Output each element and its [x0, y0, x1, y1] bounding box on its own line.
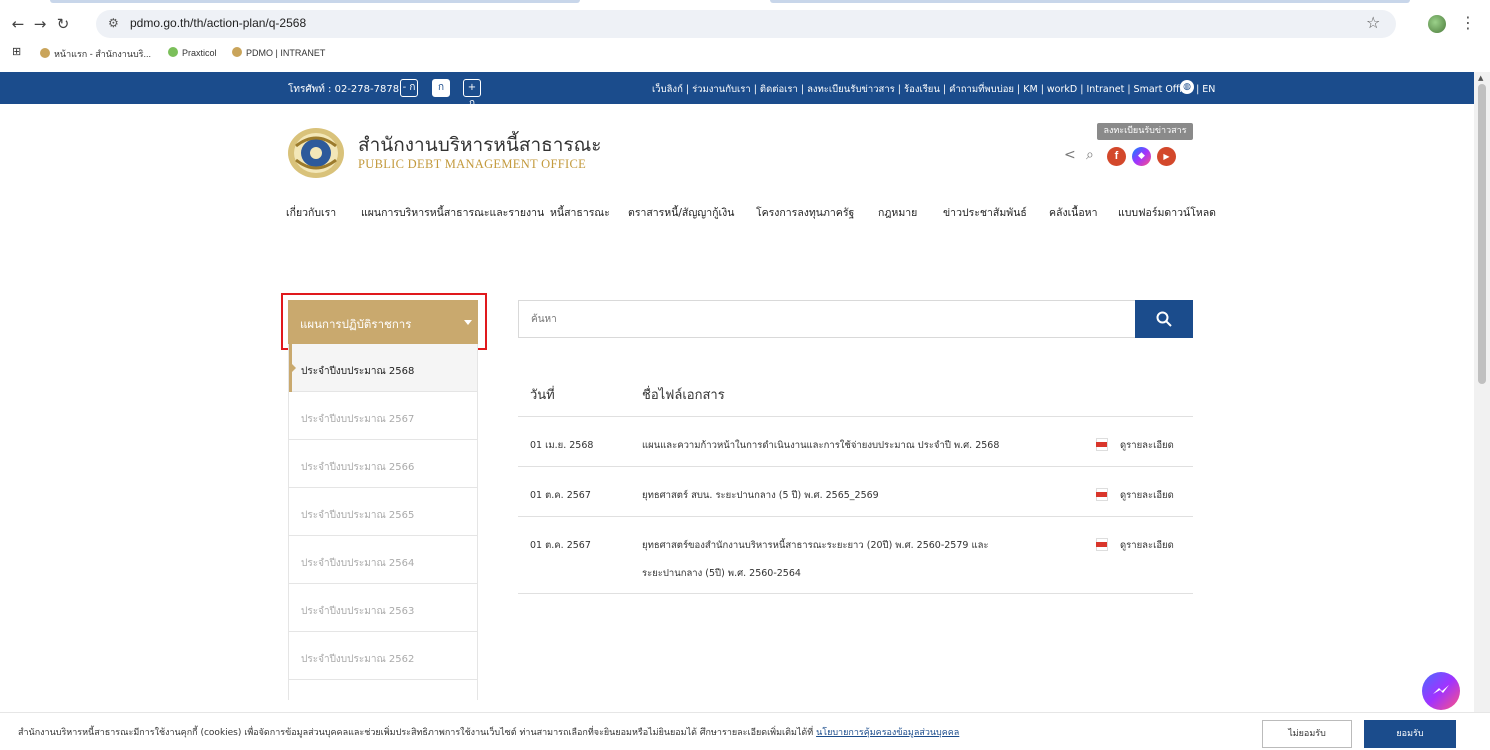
browser-menu-icon[interactable]: ⋮	[1460, 13, 1476, 32]
sidebar-list: ประจำปีงบประมาณ 2568 ประจำปีงบประมาณ 256…	[288, 344, 478, 700]
nav-laws[interactable]: กฎหมาย	[878, 204, 917, 221]
org-name-en: PUBLIC DEBT MANAGEMENT OFFICE	[358, 157, 587, 171]
font-increase-button[interactable]: + ก	[463, 79, 481, 109]
row-date: 01 ต.ค. 2567	[530, 490, 591, 501]
globe-icon[interactable]: ◍	[1180, 80, 1194, 94]
sidebar-item-2565[interactable]: ประจำปีงบประมาณ 2565	[289, 488, 477, 536]
phone-number: โทรศัพท์ : 02-278-7878	[288, 84, 400, 95]
url-text[interactable]: pdmo.go.th/th/action-plan/q-2568	[130, 16, 306, 30]
row-filename[interactable]: ยุทธศาสตร์ของสำนักงานบริหารหนี้สาธารณะระ…	[642, 538, 989, 553]
forward-icon[interactable]: →	[30, 14, 50, 34]
nav-public-investment[interactable]: โครงการลงทุนภาครัฐ	[756, 204, 854, 221]
sidebar-item-2562[interactable]: ประจำปีงบประมาณ 2562	[289, 632, 477, 680]
table-divider	[518, 466, 1193, 467]
pdf-icon[interactable]	[1096, 538, 1108, 551]
font-decrease-button[interactable]: - ก	[400, 79, 418, 97]
bookmark-intranet[interactable]: PDMO | INTRANET	[232, 47, 325, 58]
main-nav: เกี่ยวกับเรา แผนการบริหารหนี้สาธารณะและร…	[286, 204, 1216, 224]
nav-content-library[interactable]: คลังเนื้อหา	[1049, 204, 1097, 221]
pdmo-favicon	[232, 47, 242, 57]
pdf-icon[interactable]	[1096, 488, 1108, 501]
pdf-icon[interactable]	[1096, 438, 1108, 451]
row-filename-line2[interactable]: ระยะปานกลาง (5ปี) พ.ศ. 2560-2564	[642, 566, 801, 581]
messenger-icon[interactable]: ◆	[1132, 147, 1151, 166]
bookmark-pdmo-home[interactable]: หน้าแรก - สำนักงานบริ...	[40, 47, 151, 61]
table-divider	[518, 416, 1193, 417]
address-row: ← → ↻ ⚙ pdmo.go.th/th/action-plan/q-2568…	[0, 8, 1490, 40]
search-icon	[1156, 311, 1172, 327]
column-header-date: วันที่	[530, 388, 555, 403]
nav-news[interactable]: ข่าวประชาสัมพันธ์	[943, 204, 1027, 221]
highlight-box	[281, 293, 487, 350]
decline-button[interactable]: ไม่ยอมรับ	[1262, 720, 1352, 748]
nav-plans-reports[interactable]: แผนการบริหารหนี้สาธารณะและรายงาน	[361, 204, 544, 221]
row-filename[interactable]: ยุทธศาสตร์ สบน. ระยะปานกลาง (5 ปี) พ.ศ. …	[642, 488, 879, 503]
sidebar-item-2564[interactable]: ประจำปีงบประมาณ 2564	[289, 536, 477, 584]
nav-public-debt[interactable]: หนี้สาธารณะ	[550, 204, 610, 221]
search-input[interactable]	[518, 300, 1135, 338]
privacy-policy-link[interactable]: นโยบายการคุ้มครองข้อมูลส่วนบุคคล	[816, 728, 959, 738]
scroll-thumb[interactable]	[1478, 84, 1486, 384]
org-name-th: สำนักงานบริหารหนี้สาธารณะ	[358, 134, 602, 156]
font-normal-button[interactable]: ก	[432, 79, 450, 97]
view-detail-link[interactable]: ดูรายละเอียด	[1120, 488, 1174, 503]
sidebar-item-2566[interactable]: ประจำปีงบประมาณ 2566	[289, 440, 477, 488]
youtube-icon[interactable]: ▶	[1157, 147, 1176, 166]
row-date: 01 ต.ค. 2567	[530, 540, 591, 551]
browser-chrome: ← → ↻ ⚙ pdmo.go.th/th/action-plan/q-2568…	[0, 0, 1490, 66]
praxticol-favicon	[168, 47, 178, 57]
view-detail-link[interactable]: ดูรายละเอียด	[1120, 438, 1174, 453]
site-info-icon[interactable]: ⚙	[108, 16, 119, 30]
cookie-text: สำนักงานบริหารหนี้สาธารณะมีการใช้งานคุกก…	[18, 728, 960, 738]
search-icon[interactable]: ⌕	[1086, 147, 1094, 163]
bookmarks-bar: ⊞ หน้าแรก - สำนักงานบริ... Praxticol PDM…	[0, 44, 1490, 64]
bookmark-star-icon[interactable]: ☆	[1366, 13, 1380, 32]
nav-about[interactable]: เกี่ยวกับเรา	[286, 204, 336, 221]
table-divider	[518, 516, 1193, 517]
row-date: 01 เม.ย. 2568	[530, 440, 594, 451]
apps-grid-icon[interactable]: ⊞	[12, 45, 21, 58]
cookie-consent-bar: สำนักงานบริหารหนี้สาธารณะมีการใช้งานคุกก…	[0, 712, 1490, 750]
accept-button[interactable]: ยอมรับ	[1364, 720, 1456, 748]
column-header-filename: ชื่อไฟล์เอกสาร	[642, 388, 725, 403]
row-filename[interactable]: แผนและความก้าวหน้าในการดำเนินงานและการใช…	[642, 438, 999, 453]
share-icon[interactable]: <	[1064, 147, 1076, 163]
messenger-icon	[1433, 685, 1449, 694]
view-detail-link[interactable]: ดูรายละเอียด	[1120, 538, 1174, 553]
pdmo-favicon	[40, 48, 50, 58]
site-topbar: โทรศัพท์ : 02-278-7878 - ก ก + ก เว็บลิง…	[0, 72, 1474, 109]
top-links[interactable]: เว็บลิงก์ | ร่วมงานกับเรา | ติดต่อเรา | …	[652, 82, 1215, 97]
sidebar-item-2567[interactable]: ประจำปีงบประมาณ 2567	[289, 392, 477, 440]
profile-avatar[interactable]	[1428, 15, 1446, 33]
pdmo-logo[interactable]	[286, 126, 346, 180]
sidebar-item-2563[interactable]: ประจำปีงบประมาณ 2563	[289, 584, 477, 632]
nav-debt-instruments[interactable]: ตราสารหนี้/สัญญากู้เงิน	[628, 204, 734, 221]
sidebar-item-2568[interactable]: ประจำปีงบประมาณ 2568	[289, 344, 477, 392]
facebook-icon[interactable]: f	[1107, 147, 1126, 166]
bookmark-praxticol[interactable]: Praxticol	[168, 47, 217, 58]
search-button[interactable]	[1135, 300, 1193, 338]
page-scrollbar[interactable]: ▲	[1474, 72, 1490, 712]
subscribe-news-button[interactable]: ลงทะเบียนรับข่าวสาร	[1097, 123, 1193, 140]
scroll-up-icon[interactable]: ▲	[1478, 74, 1483, 82]
reload-icon[interactable]: ↻	[53, 14, 73, 34]
back-icon[interactable]: ←	[8, 14, 28, 34]
nav-download-forms[interactable]: แบบฟอร์มดาวน์โหลด	[1118, 204, 1216, 221]
table-divider	[518, 593, 1193, 594]
messenger-chat-button[interactable]	[1422, 672, 1460, 710]
address-bar[interactable]: ⚙ pdmo.go.th/th/action-plan/q-2568	[96, 10, 1396, 38]
